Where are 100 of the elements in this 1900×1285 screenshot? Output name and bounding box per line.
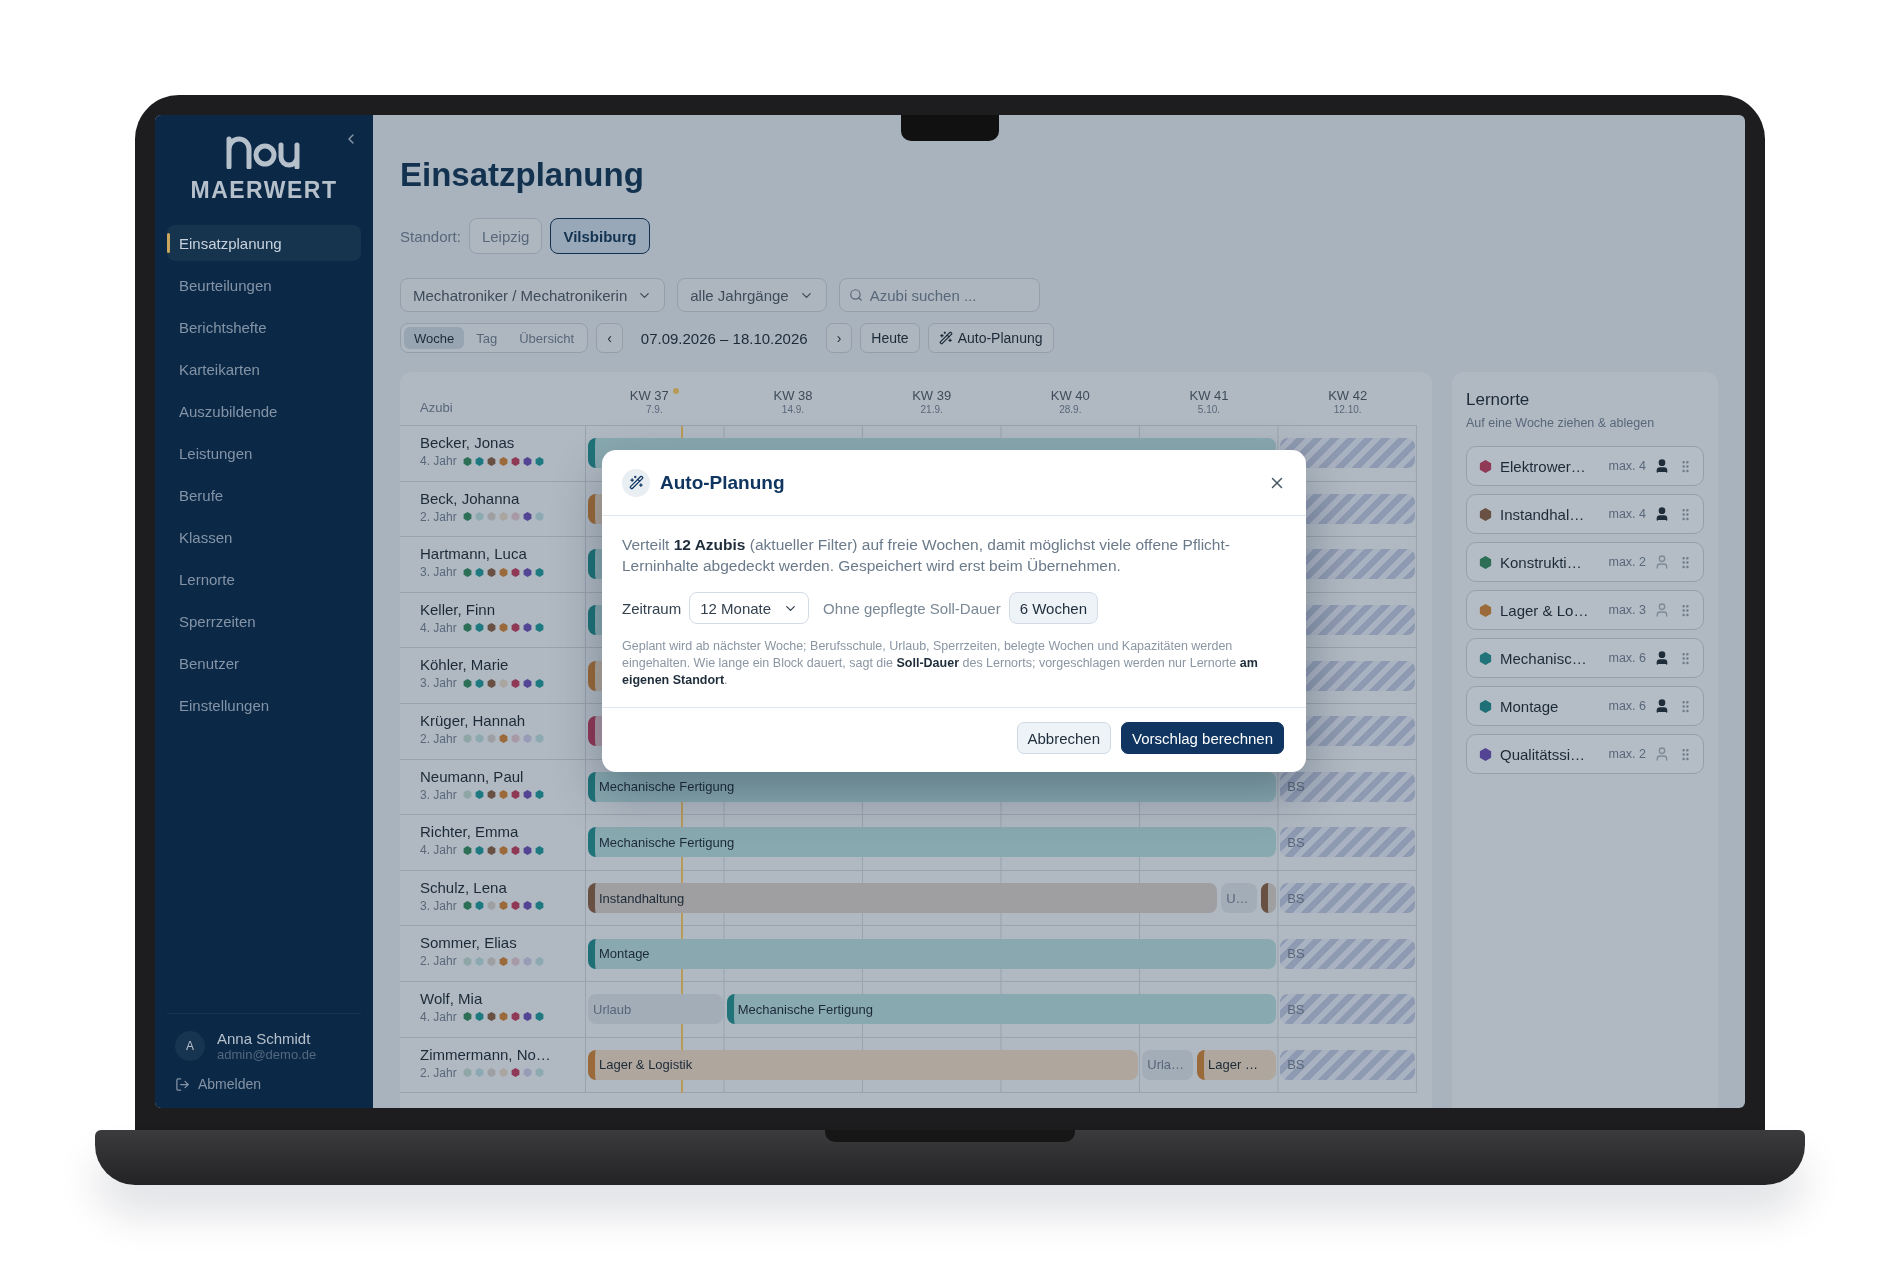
school-block[interactable]: BS [1280,994,1415,1025]
profession-dropdown[interactable]: Mechatroniker / Mechatronikerin [400,278,666,312]
week-date: 7.9. [646,404,663,415]
week-date: 28.9. [1059,404,1082,415]
sidebar-item[interactable]: Berufe [167,477,361,513]
location-name: Lager & Lo… [1500,601,1590,619]
user-email: admin@demo.de [217,1047,317,1062]
sidebar-item[interactable]: Beurteilungen [167,267,361,303]
date-range: 07.09.2026 – 18.10.2026 [640,329,808,347]
trainee-name: Schulz, Lena [420,878,508,896]
user-avatar: A [175,1031,205,1061]
year-label: 3. Jahr [420,898,457,913]
vacation-block[interactable]: Urlaub [588,994,723,1025]
logout-button[interactable]: Abmelden [175,1076,262,1092]
location-label: Standort: [400,227,461,245]
sidebar-item[interactable]: Sperrzeiten [167,603,361,639]
wand-icon [622,468,650,497]
auto-planning-button[interactable]: Auto-Planung [927,323,1054,353]
capacity-label: max. 3 [1608,603,1646,617]
duration-field[interactable]: 6 Wochen [1008,592,1098,624]
location-name: Mechanisc… [1500,649,1588,667]
search-icon [848,288,863,302]
dialog-title: Auto-Planung [660,471,786,494]
capacity-label: max. 4 [1608,459,1646,473]
vacation-block[interactable]: Urla… [1142,1049,1194,1080]
period-label: Zeitraum [622,599,682,617]
sidebar-item[interactable]: Einstellungen [167,687,361,723]
trainee-name: Beck, Johanna [420,489,521,507]
week-date: 5.10. [1197,404,1221,415]
placement-bar[interactable]: Lager & Logistik [588,1049,1139,1080]
location-card[interactable]: Elektrower… max. 4 [1466,446,1704,486]
previous-button[interactable]: ‹ [596,323,623,353]
placement-bar[interactable]: Mechanische Fertigung [588,827,1277,858]
year-label: 3. Jahr [420,787,457,802]
placement-bar[interactable] [1261,883,1277,914]
placement-bar[interactable]: Mechanische Fertigung [588,771,1277,802]
school-block[interactable]: BS [1280,827,1415,858]
period-dropdown[interactable]: 12 Monate [689,592,810,624]
location-card[interactable]: Instandhal… max. 4 [1466,494,1704,534]
year-label: 4. Jahr [420,1009,457,1024]
week-date: 14.9. [781,404,805,415]
week-label: KW 39 [912,388,952,403]
view-tab[interactable]: Übersicht [509,327,585,349]
location-card[interactable]: Konstrukti… max. 2 [1466,542,1704,582]
sidebar-item[interactable]: Berichtshefte [167,309,361,345]
year-label: 2. Jahr [420,509,457,524]
week-label: KW 41 [1189,388,1229,403]
placement-bar[interactable]: Mechanische Fertigung [726,994,1277,1025]
sidebar-item[interactable]: Klassen [167,519,361,555]
school-block[interactable]: BS [1280,883,1415,914]
sidebar-item[interactable]: Lernorte [167,561,361,597]
placement-bar[interactable]: Lager … [1197,1049,1277,1080]
capacity-label: max. 4 [1608,507,1646,521]
column-heading: Azubi [419,400,454,417]
cancel-button[interactable]: Abbrechen [1016,722,1112,754]
today-button[interactable]: Heute [860,323,920,353]
location-name: Konstrukti… [1500,553,1583,571]
capacity-label: max. 2 [1608,555,1646,569]
week-date: 12.10. [1333,404,1362,415]
year-label: 2. Jahr [420,1065,457,1080]
trainee-name: Krüger, Hannah [420,711,527,729]
capacity-label: max. 6 [1608,699,1646,713]
dialog-text: Verteilt 12 Azubis (aktueller Filter) auf freie Wochen, damit möglichst viele offene Pflicht-Lerninhalte abgedeckt werden. Gespeichert wird erst beim Übernehmen. [622,535,1231,576]
location-card[interactable]: Lager & Lo… max. 3 [1466,590,1704,630]
dialog-note: Geplant wird ab nächster Woche; Berufsschule, Urlaub, Sperrzeiten, belegte Wochen und Kapazitäten werden eingehalten. Wie lange ein Block dauert, sagt die Soll-Dauer des Lernorts; vorgeschlagen werden nur Lernorte am eigenen Standort. [622,638,1259,689]
panel-subtitle: Auf eine Woche ziehen & ablegen [1466,416,1656,430]
next-button[interactable]: › [825,323,853,353]
sidebar-item[interactable]: Leistungen [167,435,361,471]
vacation-block[interactable]: U… [1221,883,1258,914]
trainee-name: Richter, Emma [420,823,520,841]
trainee-name: Hartmann, Luca [420,545,528,563]
location-option[interactable]: Leipzig [468,218,543,254]
search-field[interactable]: Azubi suchen ... [838,278,1040,312]
location-card[interactable]: Qualitätssi… max. 2 [1466,734,1704,774]
year-label: 4. Jahr [420,454,457,468]
location-card[interactable]: Mechanisc… max. 6 [1466,638,1704,678]
placement-bar[interactable]: Montage [588,938,1277,969]
trainee-name: Keller, Finn [420,600,497,618]
trainee-name: Zimmermann, No… [420,1045,552,1063]
view-tab[interactable]: Woche [404,327,465,349]
location-card[interactable]: Montage max. 6 [1466,686,1704,726]
location-name: Instandhal… [1500,505,1586,523]
trainee-name: Köhler, Marie [420,656,510,674]
year-label: 3. Jahr [420,565,457,580]
location-option[interactable]: Vilsbiburg [550,218,650,254]
week-label: KW 37 [629,388,679,403]
brand-name: MAERWERT [190,177,338,204]
sidebar-item[interactable]: Benutzer [167,645,361,681]
trainee-name: Becker, Jonas [420,434,516,451]
sidebar-item[interactable]: Auszubildende [167,393,361,429]
sidebar-item[interactable]: Karteikarten [167,351,361,387]
week-date: 21.9. [920,404,943,415]
year-label: 2. Jahr [420,954,457,969]
view-tab[interactable]: Tag [466,327,508,349]
logout-icon [175,1076,190,1092]
year-dropdown[interactable]: alle Jahrgänge [677,278,827,312]
submit-button[interactable]: Vorschlag berechnen [1121,722,1284,754]
sidebar-item[interactable]: Einsatzplanung [167,225,361,261]
placement-bar[interactable]: Instandhaltung [588,883,1218,914]
user-name: Anna Schmidt [217,1030,312,1047]
